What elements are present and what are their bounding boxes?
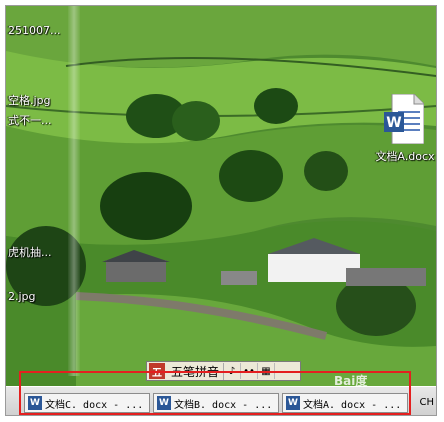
ime-toolbar[interactable]: 五 五笔拼音 ♪ •• ▦ xyxy=(146,361,301,381)
taskbar-item-label: 文档A. docx - ... xyxy=(303,399,402,411)
taskbar-item-doc-a[interactable]: W 文档A. docx - ... xyxy=(282,393,408,413)
ime-name[interactable]: 五笔拼音 xyxy=(167,362,225,380)
desktop-icon-label[interactable]: 虎机抽... xyxy=(8,244,52,260)
desktop-icon-label[interactable]: 251007... xyxy=(8,24,60,37)
ime-logo-icon[interactable]: 五 xyxy=(149,363,165,379)
desktop-icon-label[interactable]: 空格.jpg xyxy=(8,92,51,108)
desktop-icon-label[interactable]: 2.jpg xyxy=(8,290,36,303)
doc-icon-label: 文档A.docx xyxy=(375,150,435,163)
word-icon: W xyxy=(28,396,42,410)
taskbar-item-doc-b[interactable]: W 文档B. docx - ... xyxy=(153,393,279,413)
word-doc-icon: W xyxy=(384,94,424,144)
word-icon: W xyxy=(157,396,171,410)
ime-keyboard-icon[interactable]: ▦ xyxy=(258,363,276,379)
language-indicator[interactable]: CH xyxy=(419,397,434,408)
ime-music-icon[interactable]: ♪ xyxy=(224,363,242,379)
screenshot-frame: 251007... 空格.jpg 式不一... 虎机抽... 2.jpg W 文… xyxy=(5,5,437,416)
word-doc-desktop-icon[interactable]: W 文档A.docx xyxy=(370,94,436,166)
word-icon: W xyxy=(286,396,300,410)
taskbar-item-doc-c[interactable]: W 文档C. docx - ... xyxy=(24,393,150,413)
taskbar-item-label: 文档C. docx - ... xyxy=(45,399,144,411)
word-badge: W xyxy=(386,115,401,131)
baidu-watermark: Bai度 xyxy=(334,373,368,388)
desktop-icon-label[interactable]: 式不一... xyxy=(8,112,52,128)
window-edge-strip xyxy=(68,6,80,376)
ime-punct-icon[interactable]: •• xyxy=(241,363,259,379)
taskbar-item-label: 文档B. docx - ... xyxy=(174,399,273,411)
desktop[interactable]: 251007... 空格.jpg 式不一... 虎机抽... 2.jpg W 文… xyxy=(6,6,436,386)
